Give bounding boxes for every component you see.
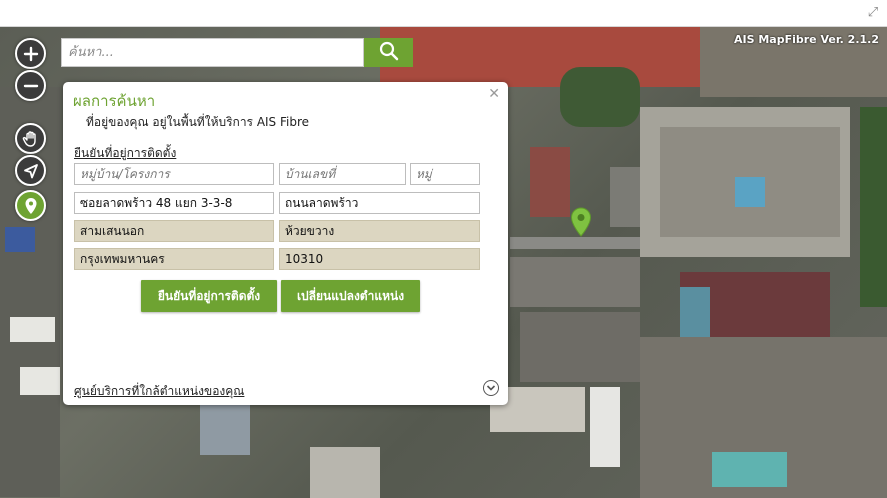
map-building [510, 257, 640, 307]
confirm-address-button[interactable]: ยืนยันที่อยู่การติดตั้ง [141, 280, 277, 312]
top-bar: ⤢ [0, 0, 887, 27]
confirm-address-link[interactable]: ยืนยันที่อยู่การติดตั้ง [74, 144, 176, 163]
house-number-field[interactable] [279, 163, 406, 185]
app-version: AIS MapFibre Ver. 2.1.2 [733, 33, 879, 46]
postcode-field: 10310 [279, 248, 480, 270]
zoom-out-button[interactable] [15, 70, 46, 101]
map-building [200, 405, 250, 455]
location-marker[interactable] [570, 207, 592, 241]
map-trees [860, 107, 887, 307]
district-field: สามเสนนอก [74, 220, 274, 242]
map-building [520, 312, 640, 382]
search-button[interactable] [364, 38, 413, 67]
search-icon [379, 41, 399, 65]
province-field: กรุงเทพมหานคร [74, 248, 274, 270]
change-location-button[interactable]: เปลี่ยนแปลงตำแหน่ง [281, 280, 420, 312]
road-field[interactable]: ถนนลาดพร้าว [279, 192, 480, 214]
map-building [5, 227, 35, 252]
panel-title: ผลการค้นหา [73, 92, 156, 110]
map-building [310, 447, 380, 498]
search-input[interactable] [61, 38, 364, 67]
pin-mode-button[interactable] [15, 190, 46, 221]
map-pool [712, 452, 787, 487]
expand-icon[interactable]: ⤢ [865, 5, 881, 21]
map-roof [530, 147, 570, 217]
map-building [10, 317, 55, 342]
minus-icon [23, 78, 39, 94]
map-pin-icon [24, 197, 38, 215]
pan-button[interactable] [15, 123, 46, 154]
map-building [610, 167, 640, 227]
locate-button[interactable] [15, 155, 46, 186]
map-building [20, 367, 60, 395]
plus-icon [23, 46, 39, 62]
moo-field[interactable] [410, 163, 480, 185]
map-pool [735, 177, 765, 207]
satellite-map[interactable]: AIS MapFibre Ver. 2.1.2 ค้นหา... ผลการค้… [0, 27, 887, 498]
hand-icon [22, 130, 40, 148]
map-trees [560, 67, 640, 127]
coverage-status: ที่อยู่ของคุณ อยู่ในพื้นที่ให้บริการ AIS… [86, 115, 310, 129]
map-roof [380, 27, 700, 87]
map-pin-icon [570, 207, 592, 241]
nearby-service-center-link[interactable]: ศูนย์บริการที่ใกล้ตำแหน่งของคุณ [74, 382, 244, 401]
close-icon[interactable]: ✕ [488, 86, 500, 102]
navigate-arrow-icon [23, 163, 39, 179]
subdistrict-field: ห้วยขวาง [279, 220, 480, 242]
soi-field[interactable]: ซอยลาดพร้าว 48 แยก 3-3-8 [74, 192, 274, 214]
zoom-in-button[interactable] [15, 38, 46, 69]
search-result-panel: ผลการค้นหา ✕ ที่อยู่ของคุณ อยู่ในพื้นที่… [63, 82, 508, 405]
village-field[interactable] [74, 163, 274, 185]
chevron-down-icon[interactable] [483, 380, 499, 396]
map-building [590, 387, 620, 467]
